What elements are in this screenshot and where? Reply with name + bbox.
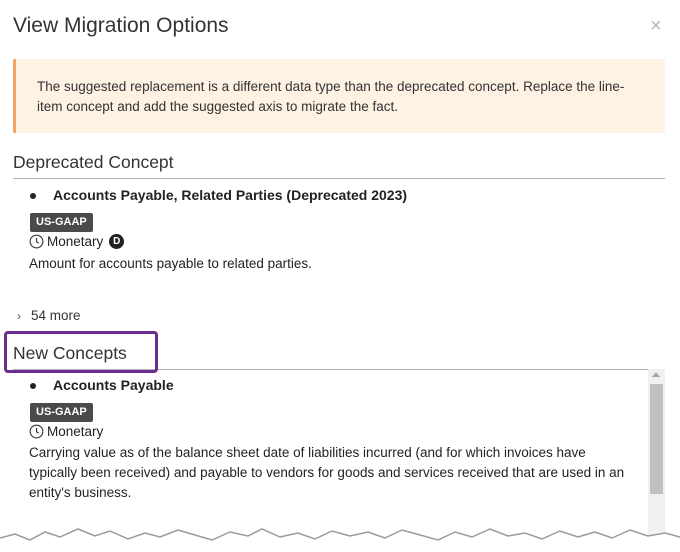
concept-type: Monetary [47,424,104,439]
deprecated-bullet [30,193,36,199]
deprecated-concept-name[interactable]: Accounts Payable, Related Parties (Depre… [53,187,407,203]
torn-edge [0,528,680,552]
concept-type: Monetary [47,234,104,249]
scrollbar-thumb[interactable] [650,384,663,494]
deprecated-type-row: Monetary D [29,234,125,249]
warning-banner: The suggested replacement is a different… [13,59,665,133]
description-line: Carrying value as of the balance sheet d… [29,445,586,460]
taxonomy-badge: US-GAAP [30,213,93,232]
debit-badge-icon: D [109,234,125,249]
more-label: 54 more [31,308,81,323]
highlight-box [4,331,158,373]
dialog-title: View Migration Options [13,14,229,37]
chevron-right-icon: › [17,308,21,323]
more-expander[interactable]: › 54 more [17,308,81,323]
description-line: typically been received) and payable to … [29,465,625,480]
clock-icon [29,234,44,249]
clock-icon [29,424,44,439]
close-icon[interactable]: × [650,16,662,36]
new-concept-name[interactable]: Accounts Payable [53,377,174,393]
new-bullet [30,383,36,389]
new-type-row: Monetary [29,424,103,439]
taxonomy-badge: US-GAAP [30,403,93,422]
scroll-up-icon[interactable] [652,372,660,377]
description-line: entity's business. [29,485,132,500]
deprecated-concept-description: Amount for accounts payable to related p… [29,256,312,271]
deprecated-concept-heading: Deprecated Concept [13,152,665,179]
new-concept-description: Carrying value as of the balance sheet d… [29,443,624,503]
